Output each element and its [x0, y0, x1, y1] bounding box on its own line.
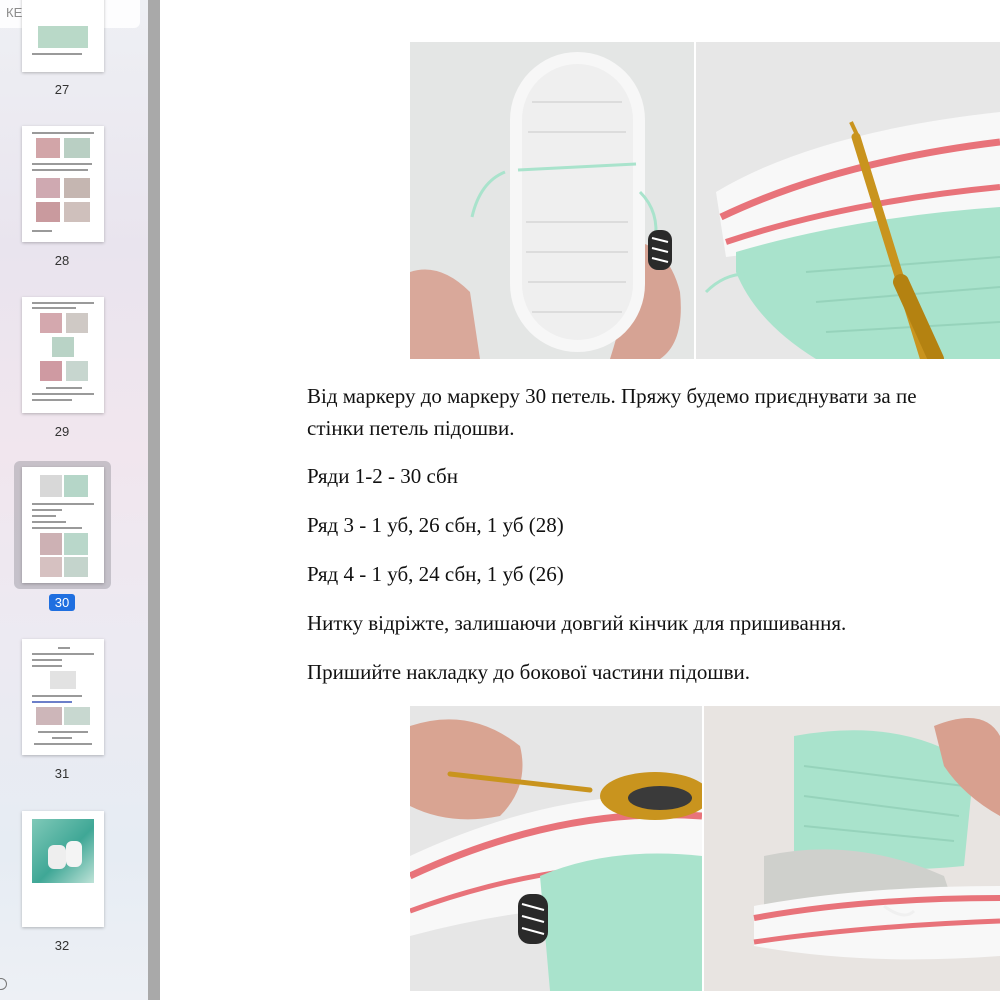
paragraph-row-4: Ряд 4 - 1 уб, 24 сбн, 1 уб (26)	[307, 562, 564, 586]
paragraph-row-3: Ряд 3 - 1 уб, 26 сбн, 1 уб (28)	[307, 513, 564, 537]
page-thumbnail-sidebar: КЕДИ ДЛЯ НЕ... 27 28 29	[0, 0, 150, 1000]
page-number-32: 32	[54, 938, 70, 953]
page-thumbnail-29[interactable]	[22, 297, 104, 413]
paragraph-sew-overlay: Пришийте накладку до бокової частини під…	[307, 660, 750, 684]
photo-hook-in-edge	[696, 42, 1000, 359]
page-number-31: 31	[54, 766, 70, 781]
page-thumbnail-28[interactable]	[22, 126, 104, 242]
info-icon[interactable]	[0, 978, 7, 990]
page-thumbnail-31[interactable]	[22, 639, 104, 755]
page-number-30: 30	[0, 594, 124, 611]
paragraph-rows-1-2: Ряди 1-2 - 30 сбн	[307, 464, 458, 488]
page-thumbnail-30[interactable]	[22, 467, 104, 583]
page-thumbnail-32[interactable]	[22, 811, 104, 927]
paragraph-cut-yarn: Нитку відріжте, залишаючи довгий кінчик …	[307, 611, 847, 635]
page-number-29: 29	[54, 424, 70, 439]
paragraph-line-2: стінки петель підошви.	[307, 416, 515, 440]
photo-sewn-overlay	[704, 706, 1000, 991]
photo-hook-sole-closeup	[410, 706, 702, 991]
photo-sole-in-hand	[410, 42, 694, 359]
paragraph-line-1: Від маркеру до маркеру 30 петель. Пряжу …	[307, 384, 917, 408]
page-number-27: 27	[54, 82, 70, 97]
document-viewer[interactable]: Від маркеру до маркеру 30 петель. Пряжу …	[160, 0, 1000, 1000]
page-number-28: 28	[54, 253, 70, 268]
sidebar-scrollbar[interactable]	[148, 0, 160, 1000]
document-page: Від маркеру до маркеру 30 петель. Пряжу …	[160, 0, 1000, 1000]
page-thumbnail-27[interactable]	[22, 0, 104, 72]
